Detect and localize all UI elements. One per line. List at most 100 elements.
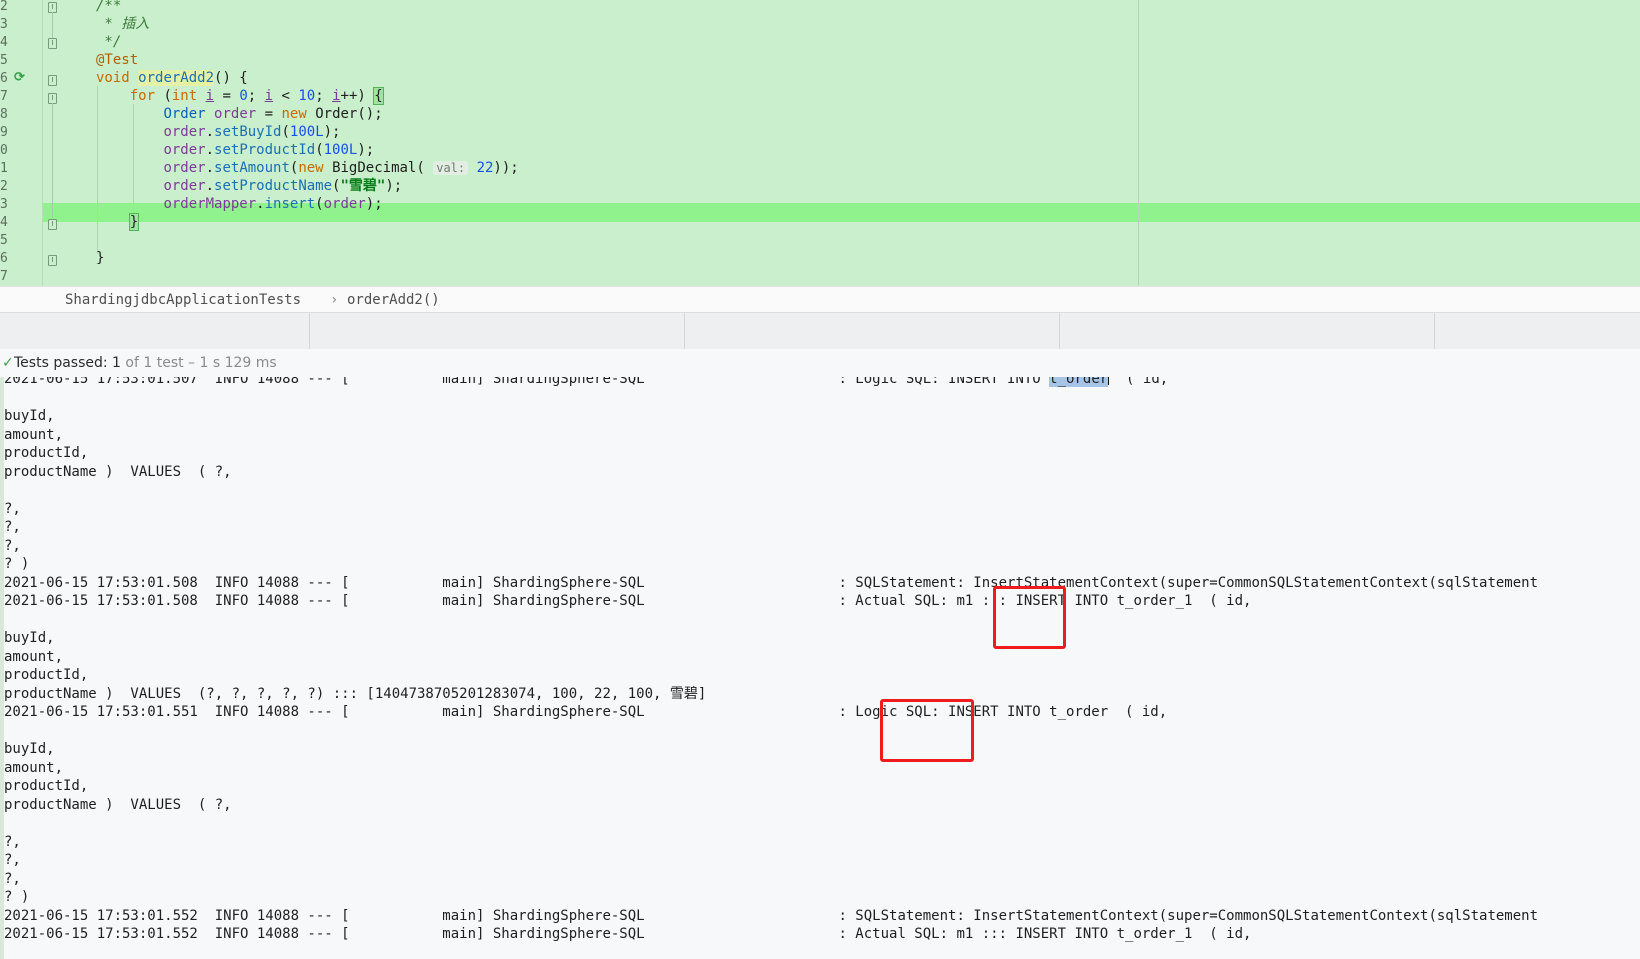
parameter-hint: val: [433, 161, 469, 175]
tests-passed-count: 1 [112, 355, 121, 371]
line-number: 4 [0, 215, 8, 230]
keyword-new: new [281, 106, 307, 122]
doc-comment-open: /** [96, 0, 122, 14]
keyword-new: new [298, 160, 324, 176]
console-line[interactable]: ?, [4, 851, 21, 870]
fold-marker-icon[interactable] [48, 75, 57, 86]
method-call: setProductId [214, 142, 316, 158]
breadcrumb-item-class[interactable]: ShardingjdbcApplicationTests [65, 287, 301, 313]
code-line-set-product-id: order.setProductId(100L); [163, 142, 375, 158]
doc-comment-body: * 插入 [96, 16, 150, 32]
console-line[interactable]: amount, [4, 648, 63, 667]
code-line-insert: orderMapper.insert(order); [163, 196, 383, 212]
line-number: 6 [0, 251, 8, 266]
line-number: 9 [0, 125, 8, 140]
console-output[interactable]: 2021-06-15 17:53:01.507 INFO 14088 --- [… [0, 377, 1640, 959]
method-call: insert [264, 196, 316, 212]
console-line[interactable]: ?, [4, 518, 21, 537]
line-number: 4 [0, 35, 8, 50]
console-line[interactable]: productId, [4, 666, 88, 685]
line-number: 1 [0, 161, 8, 176]
method-name: orderAdd2 [138, 70, 215, 86]
right-margin-guide [1138, 0, 1139, 286]
number-literal: 100L [323, 142, 358, 158]
local-var: order [323, 196, 366, 212]
method-call: setBuyId [214, 124, 282, 140]
field-ref: orderMapper [163, 196, 257, 212]
code-line-for-loop: for (int i = 0; i < 10; i++) { [129, 87, 384, 105]
breadcrumb: ShardingjdbcApplicationTests › orderAdd2… [0, 286, 1640, 313]
loop-var: i [205, 88, 215, 104]
code-line-set-product-name: order.setProductName("雪碧"); [163, 178, 403, 194]
matching-brace: } [128, 213, 140, 231]
line-number: 3 [0, 197, 8, 212]
fold-guide [52, 12, 53, 38]
console-line[interactable]: productId, [4, 777, 88, 796]
console-line[interactable]: ? ) [4, 888, 29, 907]
console-line[interactable]: ?, [4, 537, 21, 556]
line-number: 5 [0, 53, 8, 68]
line-number: 2 [0, 0, 8, 14]
console-line[interactable]: ?, [4, 870, 21, 889]
fold-marker-icon[interactable] [48, 38, 57, 49]
highlight-box-logic-sql [880, 699, 974, 762]
toolbar-separator [1434, 313, 1435, 349]
console-line[interactable]: amount, [4, 759, 63, 778]
console-line[interactable]: buyId, [4, 407, 55, 426]
code-line-method-signature: void orderAdd2() { [96, 69, 248, 88]
loop-var: i [332, 88, 341, 104]
console-line[interactable]: 2021-06-15 17:53:01.508 INFO 14088 --- [… [4, 574, 1538, 593]
toolbar-separator [684, 313, 685, 349]
local-var: order [214, 106, 257, 122]
tests-passed-label: Tests passed: [14, 355, 108, 371]
line-number: 3 [0, 17, 8, 32]
line-number: 8 [0, 107, 8, 122]
line-number: 0 [0, 143, 8, 158]
console-line[interactable]: ?, [4, 500, 21, 519]
tests-passed-detail: of 1 test – 1 s 129 ms [125, 355, 277, 371]
console-line[interactable]: buyId, [4, 629, 55, 648]
console-line[interactable]: ?, [4, 833, 21, 852]
local-var: order [163, 160, 206, 176]
line-number: 7 [0, 89, 8, 104]
console-line-tail: ( id, [1109, 377, 1169, 387]
check-icon: ✓ [2, 355, 14, 371]
local-var: order [163, 124, 206, 140]
toolbar-separator [1059, 313, 1060, 349]
code-line-set-amount: order.setAmount(new BigDecimal( val: 22)… [163, 160, 519, 176]
console-line[interactable]: 2021-06-15 17:53:01.552 INFO 14088 --- [… [4, 925, 1251, 944]
console-line[interactable]: 2021-06-15 17:53:01.551 INFO 14088 --- [… [4, 703, 1167, 722]
console-line[interactable]: 2021-06-15 17:53:01.507 INFO 14088 --- [… [4, 377, 1168, 389]
breadcrumb-item-method[interactable]: orderAdd2() [347, 287, 440, 313]
line-number: 7 [0, 269, 8, 284]
breadcrumb-separator: › [330, 292, 339, 308]
console-line[interactable]: buyId, [4, 740, 55, 759]
fold-guide [52, 103, 53, 218]
selected-text: t_order [1049, 377, 1109, 387]
method-call: setProductName [214, 178, 333, 194]
fold-marker-icon[interactable] [48, 219, 57, 230]
line-number: 2 [0, 179, 8, 194]
code-editor[interactable]: 2 3 4 5 6 7 8 9 0 1 2 3 4 5 6 7 ⟳ /** * … [0, 0, 1640, 286]
console-line[interactable]: productName ) VALUES ( ?, [4, 463, 232, 482]
console-line-text: 2021-06-15 17:53:01.507 INFO 14088 --- [… [4, 377, 1050, 387]
toolbar-separator [309, 313, 310, 349]
run-tool-window-toolbar [0, 312, 1640, 350]
console-line[interactable]: 2021-06-15 17:53:01.552 INFO 14088 --- [… [4, 907, 1538, 926]
line-number: 5 [0, 233, 8, 248]
annotation-test: @Test [96, 52, 139, 68]
code-line-close-method: } [96, 249, 104, 268]
number-literal: 0 [239, 88, 248, 104]
number-literal: 22 [476, 160, 494, 176]
keyword-for: for [129, 88, 156, 104]
loop-var: i [264, 88, 274, 104]
local-var: order [163, 142, 206, 158]
console-line[interactable]: ? ) [4, 555, 29, 574]
console-line[interactable]: productName ) VALUES ( ?, [4, 796, 232, 815]
console-line[interactable]: amount, [4, 426, 63, 445]
run-test-icon[interactable]: ⟳ [14, 70, 30, 86]
ctor-call: BigDecimal( [332, 160, 425, 176]
console-line[interactable]: productName ) VALUES (?, ?, ?, ?, ?) :::… [4, 685, 706, 704]
console-line[interactable]: productId, [4, 444, 88, 463]
fold-marker-icon[interactable] [48, 255, 57, 266]
